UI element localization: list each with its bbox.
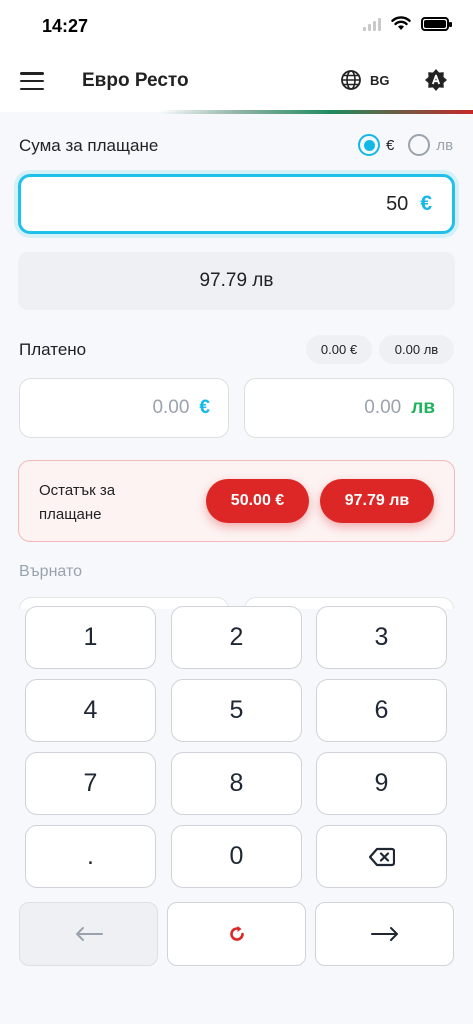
converted-amount: 97.79 лв xyxy=(18,252,455,310)
arrow-right-icon xyxy=(370,927,398,941)
key-0[interactable]: 0 xyxy=(171,825,302,888)
app-bar: Евро Ресто BG xyxy=(0,52,473,112)
paid-bgn-input[interactable]: 0.00 лв xyxy=(244,378,454,438)
status-time: 14:27 xyxy=(42,16,89,36)
key-5[interactable]: 5 xyxy=(171,679,302,742)
keypad: 1 2 3 4 5 6 7 8 9 . 0 xyxy=(0,597,473,1024)
key-decimal[interactable]: . xyxy=(25,825,156,888)
key-7[interactable]: 7 xyxy=(25,752,156,815)
radio-euro[interactable] xyxy=(358,134,380,156)
returned-label: Върнато xyxy=(19,563,82,580)
key-2[interactable]: 2 xyxy=(171,606,302,669)
language-button[interactable]: BG xyxy=(340,69,390,91)
forward-button[interactable] xyxy=(315,902,454,966)
back-button[interactable] xyxy=(19,902,158,966)
status-bar: 14:27 xyxy=(0,0,473,52)
key-3[interactable]: 3 xyxy=(316,606,447,669)
theme-button[interactable] xyxy=(424,68,448,97)
key-9[interactable]: 9 xyxy=(316,752,447,815)
paid-total-bgn: 0.00 лв xyxy=(379,335,454,364)
reset-button[interactable] xyxy=(167,902,306,966)
radio-euro-label: € xyxy=(386,136,395,154)
amount-currency-symbol: € xyxy=(420,192,432,215)
key-4[interactable]: 4 xyxy=(25,679,156,742)
battery-icon xyxy=(421,16,452,31)
radio-lev[interactable] xyxy=(408,134,431,156)
status-icons xyxy=(363,16,452,31)
remaining-bgn-badge: 97.79 лв xyxy=(320,479,434,523)
globe-icon xyxy=(341,70,361,90)
signal-icon xyxy=(363,17,381,31)
remaining-label: Остатък за плащане xyxy=(39,482,116,523)
auto-theme-icon xyxy=(425,69,447,91)
reset-icon xyxy=(229,926,244,941)
paid-bgn-value: 0.00 xyxy=(364,397,402,418)
amount-value: 50 xyxy=(386,192,409,215)
amount-label: Сума за плащане xyxy=(19,136,159,155)
paid-total-eur: 0.00 € xyxy=(306,335,372,364)
key-6[interactable]: 6 xyxy=(316,679,447,742)
key-backspace[interactable] xyxy=(316,825,447,888)
wifi-icon xyxy=(391,16,411,30)
paid-eur-input[interactable]: 0.00 € xyxy=(19,378,229,438)
currency-radio-group: € лв xyxy=(358,134,453,156)
app-title: Евро Ресто xyxy=(82,70,189,91)
paid-eur-value: 0.00 xyxy=(152,397,190,418)
key-1[interactable]: 1 xyxy=(25,606,156,669)
brand-gradient-bar xyxy=(160,110,473,114)
menu-icon[interactable] xyxy=(20,70,44,92)
key-8[interactable]: 8 xyxy=(171,752,302,815)
remaining-card: Остатък за плащане 50.00 € 97.79 лв xyxy=(18,460,455,542)
arrow-left-icon xyxy=(75,927,103,941)
paid-bgn-currency: лв xyxy=(411,397,435,418)
amount-input[interactable]: 50 € xyxy=(18,174,455,234)
remaining-eur-badge: 50.00 € xyxy=(206,479,309,523)
language-code: BG xyxy=(370,72,390,88)
radio-lev-label: лв xyxy=(436,136,454,154)
paid-eur-currency: € xyxy=(199,397,210,418)
paid-label: Платено xyxy=(19,340,87,359)
backspace-icon xyxy=(368,847,395,866)
